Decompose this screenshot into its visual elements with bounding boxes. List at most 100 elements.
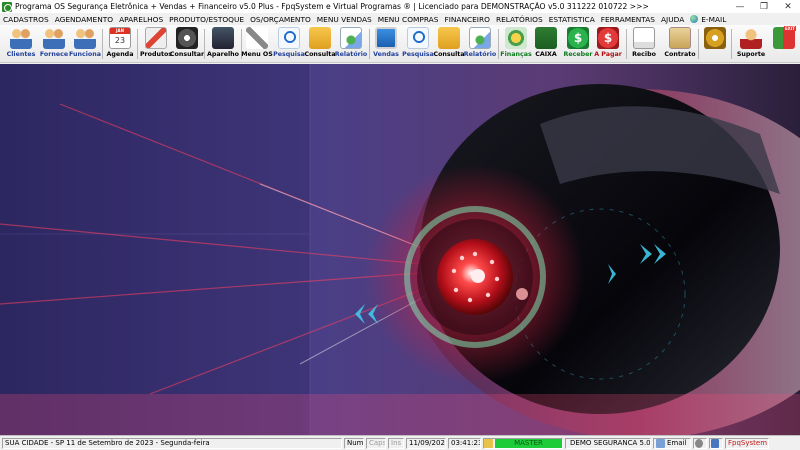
products-icon: [145, 27, 167, 49]
consultar-button[interactable]: Consultar: [170, 26, 204, 62]
receipt-icon: [633, 27, 655, 49]
suporte-button[interactable]: Suporte: [736, 26, 766, 62]
a-pagar-button[interactable]: $ A Pagar: [593, 26, 623, 62]
vendas-button[interactable]: Vendas: [371, 26, 401, 62]
aparelho-button[interactable]: Aparelho: [206, 26, 240, 62]
title-bar: Programa OS Segurança Eletrônica + Venda…: [0, 0, 800, 13]
status-brand: FpqSystem: [725, 437, 769, 449]
status-ins: Ins: [388, 437, 404, 449]
consulta-vendas-button[interactable]: Consulta: [433, 26, 465, 62]
contract-scroll-icon: [669, 27, 691, 49]
menu-os-label: Menu OS: [241, 51, 273, 58]
status-num: Num: [344, 437, 364, 449]
status-company-label: DEMO SEGURANCA 5.0: [570, 439, 651, 447]
finance-icon: [505, 27, 527, 49]
agenda-label: Agenda: [106, 51, 134, 58]
produtos-button[interactable]: Produtos: [139, 26, 173, 62]
menu-relatorios[interactable]: RELATÓRIOS: [496, 15, 543, 24]
status-master-badge: MASTER: [495, 438, 562, 448]
vendas-label: Vendas: [373, 51, 399, 58]
menu-email[interactable]: E-MAIL: [690, 15, 726, 24]
consulta-os-label: Consulta: [304, 51, 336, 58]
minimize-button[interactable]: —: [728, 0, 752, 13]
funciona-button[interactable]: Funciona: [69, 26, 101, 62]
status-user: MASTER: [483, 437, 563, 449]
menu-produto-estoque[interactable]: PRODUTO/ESTOQUE: [169, 15, 244, 24]
financas-button[interactable]: Finanças: [500, 26, 532, 62]
menu-vendas[interactable]: MENU VENDAS: [317, 15, 372, 24]
employees-icon: [74, 27, 96, 49]
clientes-label: Clientes: [6, 51, 36, 58]
toolbar-separator: [369, 29, 370, 59]
relatorio-os-label: Relatório: [334, 51, 368, 58]
consulta-os-button[interactable]: Consulta: [304, 26, 336, 62]
clientes-button[interactable]: Clientes: [4, 26, 38, 62]
device-icon: [212, 27, 234, 49]
report-icon: [469, 27, 491, 49]
fornece-button[interactable]: Fornece: [38, 26, 70, 62]
contrato-label: Contrato: [664, 51, 696, 58]
caixa-button[interactable]: CAIXA: [531, 26, 561, 62]
folder-icon: [438, 27, 460, 49]
toolbar-separator: [498, 29, 499, 59]
receive-dollar-icon: $: [567, 27, 589, 49]
app-icon: [2, 1, 12, 12]
close-button[interactable]: ✕: [776, 0, 800, 13]
aparelho-label: Aparelho: [207, 51, 239, 58]
status-time: 03:41:23: [448, 437, 481, 449]
pesquisa-os-button[interactable]: Pesquisa: [273, 26, 305, 62]
clients-icon: [10, 27, 32, 49]
calendar-icon: JAN 23: [109, 27, 131, 49]
menu-financeiro[interactable]: FINANCEIRO: [444, 15, 490, 24]
disc-icon: [176, 27, 198, 49]
relatorio-os-button[interactable]: Relatório: [335, 26, 367, 62]
contrato-button[interactable]: Contrato: [664, 26, 696, 62]
menu-compras[interactable]: MENU COMPRAS: [378, 15, 439, 24]
dollar-glyph: $: [603, 31, 613, 45]
pesquisa-vendas-button[interactable]: Pesquisa: [402, 26, 434, 62]
menu-email-label: E-MAIL: [701, 14, 727, 24]
recibo-button[interactable]: Recibo: [629, 26, 659, 62]
caixa-label: CAIXA: [535, 51, 557, 58]
support-person-icon: [740, 27, 762, 49]
status-bar: SUA CIDADE - SP 11 de Setembro de 2023 -…: [0, 435, 800, 450]
menu-agendamento[interactable]: AGENDAMENTO: [55, 15, 113, 24]
recibo-label: Recibo: [632, 51, 656, 58]
search-icon: [407, 27, 429, 49]
pay-dollar-icon: $: [597, 27, 619, 49]
suppliers-icon: [43, 27, 65, 49]
gear-icon: [695, 438, 703, 448]
status-city-date: SUA CIDADE - SP 11 de Setembro de 2023 -…: [2, 437, 342, 449]
menu-ferramentas[interactable]: FERRAMENTAS: [601, 15, 655, 24]
financas-label: Finanças: [500, 51, 532, 58]
gear-icon: [704, 27, 726, 49]
relatorio-vendas-button[interactable]: Relatório: [463, 26, 497, 62]
exit-door-icon: EXIT: [773, 26, 796, 49]
status-email-label: Email: [667, 439, 687, 447]
menu-estatistica[interactable]: ESTATISTICA: [549, 15, 595, 24]
menu-aparelhos[interactable]: APARELHOS: [119, 15, 163, 24]
toolbar-separator: [731, 29, 732, 59]
menu-os-button[interactable]: Menu OS: [241, 26, 273, 62]
receber-label: Receber: [563, 51, 593, 58]
agenda-button[interactable]: JAN 23 Agenda: [105, 26, 135, 62]
funciona-label: Funciona: [69, 51, 101, 58]
mail-icon: [656, 438, 665, 448]
status-company: DEMO SEGURANCA 5.0: [565, 437, 651, 449]
tools-button[interactable]: [703, 26, 727, 62]
menu-ajuda[interactable]: AJUDA: [661, 15, 684, 24]
relatorio-vendas-label: Relatório: [463, 51, 497, 58]
status-email-button[interactable]: Email: [653, 437, 691, 449]
status-calc-button[interactable]: [709, 437, 723, 449]
receber-button[interactable]: $ Receber: [562, 26, 594, 62]
window-controls: — ❐ ✕: [728, 0, 800, 13]
exit-button[interactable]: EXIT: [772, 26, 796, 62]
menu-os-orcamento[interactable]: OS/ORÇAMENTO: [250, 15, 311, 24]
maximize-button[interactable]: ❐: [752, 0, 776, 13]
desktop-background: [0, 64, 800, 435]
toolbar-separator: [137, 29, 138, 59]
menu-cadastros[interactable]: CADASTROS: [3, 15, 49, 24]
monitor-icon: [375, 27, 397, 49]
window-title: Programa OS Segurança Eletrônica + Venda…: [15, 2, 649, 11]
status-settings-button[interactable]: [693, 437, 707, 449]
